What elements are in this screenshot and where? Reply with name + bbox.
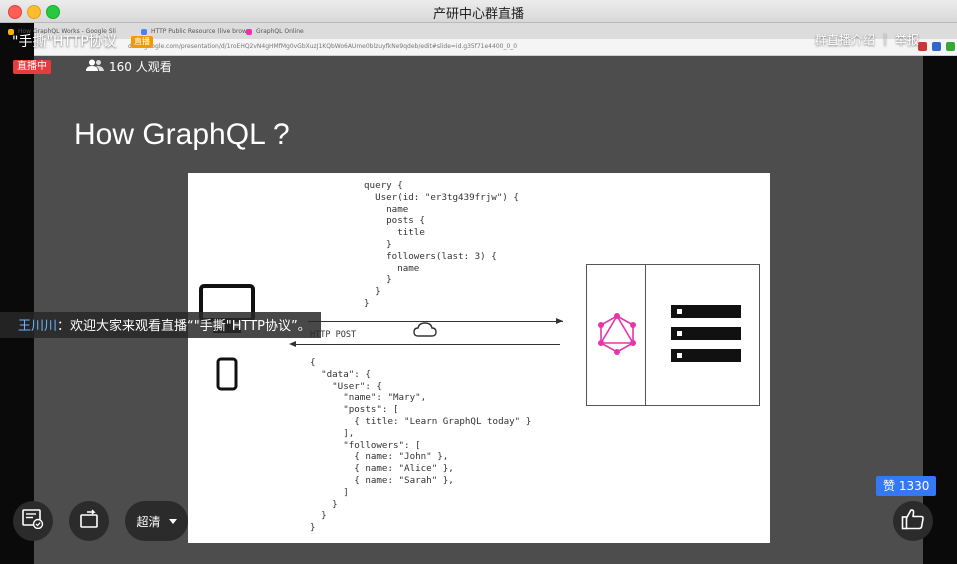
window-titlebar: 产研中心群直播 <box>0 0 957 23</box>
slide-canvas: query { User(id: "er3tg439frjw") { name … <box>188 173 770 543</box>
comment-separator: ： <box>57 319 71 334</box>
server-rack-bar <box>671 349 741 362</box>
live-status-badge: 直播中 <box>13 60 51 74</box>
comment-list-icon <box>22 509 44 533</box>
response-arrowhead <box>289 341 296 347</box>
like-button[interactable] <box>893 501 933 541</box>
mobile-phone-icon <box>216 357 238 395</box>
rotate-icon <box>78 509 100 533</box>
shared-browser-extensions <box>918 42 957 51</box>
link-separator: | <box>882 31 887 45</box>
quality-selector[interactable]: 超清 <box>125 501 188 541</box>
server-divider <box>645 265 646 405</box>
rotate-screen-button[interactable] <box>69 501 109 541</box>
shared-browser-url: docs.google.com/presentation/d/1roEHQ2vN… <box>128 43 518 50</box>
thumbs-up-icon <box>901 508 925 534</box>
database-server-icon <box>671 305 741 371</box>
graphql-logo-icon <box>597 313 637 359</box>
comment-toggle-button[interactable] <box>13 501 53 541</box>
slide-heading: How GraphQL ? <box>74 118 290 151</box>
graphql-server-diagram <box>586 264 760 406</box>
viewer-count: 160 人观看 <box>86 58 172 75</box>
stream-title: "手撕"HTTP协议 <box>12 34 117 50</box>
report-link[interactable]: 举报 <box>895 31 919 48</box>
extension-icon <box>918 42 927 51</box>
extension-icon <box>932 42 941 51</box>
comment-text: 欢迎大家来观看直播“"手撕"HTTP协议”。 <box>70 319 311 334</box>
shared-screen: How GraphQL Works - Google Sli HTTP Publ… <box>8 23 957 564</box>
chat-comment: 王川川：欢迎大家来观看直播“"手撕"HTTP协议”。 <box>0 312 321 338</box>
server-rack-bar <box>671 305 741 318</box>
graphql-response-code: { "data": { "User": { "name": "Mary", "p… <box>310 357 532 534</box>
stream-links: 群直播介绍 | 举报 <box>815 31 919 48</box>
stream-tag-badge: 直播 <box>131 36 153 48</box>
like-count-badge: 赞 1330 <box>876 476 937 496</box>
caret-down-icon <box>168 518 177 524</box>
response-arrow <box>292 344 560 345</box>
graphql-query-code: query { User(id: "er3tg439frjw") { name … <box>364 180 519 309</box>
viewer-count-text: 160 人观看 <box>109 60 172 74</box>
live-video[interactable]: How GraphQL Works - Google Sli HTTP Publ… <box>0 23 957 564</box>
quality-label: 超清 <box>136 514 161 529</box>
shared-browser-tab: GraphQL Online <box>242 25 356 39</box>
shared-browser-tab: HTTP Public Resource (live brow <box>137 25 251 39</box>
group-live-intro-link[interactable]: 群直播介绍 <box>815 31 875 48</box>
request-arrowhead <box>556 318 563 324</box>
cloud-icon <box>413 322 437 342</box>
server-rack-bar <box>671 327 741 340</box>
comment-username[interactable]: 王川川 <box>18 319 57 334</box>
users-icon <box>86 59 104 74</box>
window-title: 产研中心群直播 <box>432 7 524 22</box>
extension-icon <box>946 42 955 51</box>
